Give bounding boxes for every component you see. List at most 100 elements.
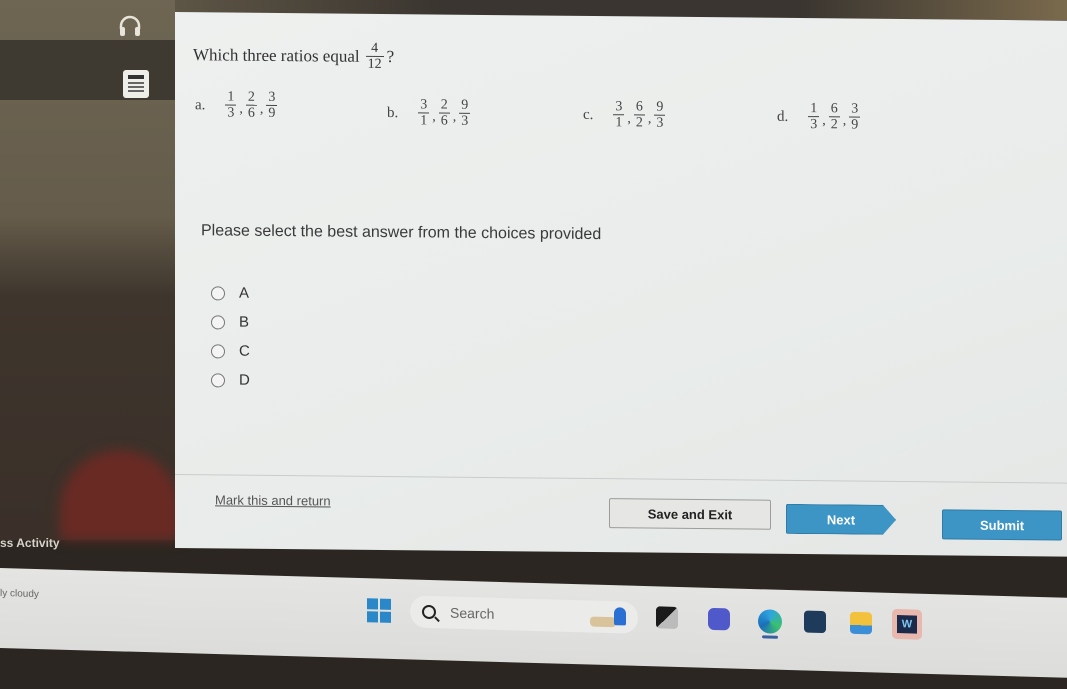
radio-button[interactable] bbox=[211, 314, 225, 329]
numerator: 9 bbox=[461, 97, 469, 113]
question-mark: ? bbox=[386, 47, 395, 67]
highlight-bell bbox=[614, 607, 626, 626]
teams-icon[interactable] bbox=[708, 607, 730, 631]
option-d[interactable]: D bbox=[211, 365, 250, 394]
choice-d: d. 13 , 62 , 39 bbox=[777, 101, 862, 133]
choice-fraction: 13 bbox=[808, 101, 820, 133]
instruction-text: Please select the best answer from the c… bbox=[201, 222, 602, 244]
numerator: 6 bbox=[830, 101, 838, 117]
numerator: 3 bbox=[851, 101, 859, 117]
option-label: A bbox=[239, 284, 250, 302]
separator: , bbox=[647, 111, 652, 127]
fraction-denominator: 12 bbox=[365, 55, 384, 73]
option-label: D bbox=[239, 371, 250, 389]
taskbar-search[interactable]: Search bbox=[410, 595, 638, 634]
choice-letter: c. bbox=[583, 106, 594, 123]
choice-letter: b. bbox=[387, 104, 399, 121]
numerator: 9 bbox=[656, 99, 664, 115]
option-c[interactable]: C bbox=[211, 336, 250, 365]
start-tile bbox=[380, 598, 391, 610]
weather-widget[interactable]: ly cloudy bbox=[0, 588, 39, 600]
calculator-icon[interactable] bbox=[123, 70, 149, 98]
taskbar: ly cloudy Search W bbox=[0, 568, 1067, 678]
search-highlight-icon bbox=[590, 604, 630, 629]
headphones-icon[interactable] bbox=[118, 14, 142, 38]
start-tile bbox=[367, 598, 378, 610]
separator: , bbox=[842, 113, 847, 129]
denominator: 2 bbox=[633, 114, 645, 131]
footer-divider bbox=[175, 474, 1067, 484]
calculator-keys bbox=[128, 82, 144, 92]
denominator: 1 bbox=[418, 112, 430, 129]
numerator: 6 bbox=[635, 99, 643, 115]
choice-c: c. 31 , 62 , 93 bbox=[583, 99, 667, 131]
search-icon bbox=[422, 604, 436, 620]
file-explorer-icon[interactable] bbox=[850, 611, 872, 635]
choice-letter: a. bbox=[195, 96, 206, 113]
option-label: C bbox=[239, 342, 250, 360]
choice-fraction: 39 bbox=[266, 89, 278, 121]
choice-fraction: 31 bbox=[418, 97, 430, 129]
choice-fraction: 62 bbox=[633, 99, 645, 131]
background-object bbox=[60, 450, 180, 540]
option-a[interactable]: A bbox=[211, 278, 250, 307]
separator: , bbox=[452, 109, 457, 125]
headphones-glyph bbox=[119, 15, 141, 36]
active-app-indicator bbox=[762, 635, 778, 639]
submit-button[interactable]: Submit bbox=[942, 509, 1062, 541]
start-tile bbox=[380, 611, 391, 623]
app-icon[interactable]: W bbox=[892, 608, 922, 640]
numerator: 1 bbox=[227, 89, 235, 105]
choice-letter: d. bbox=[777, 108, 789, 125]
choice-fraction: 26 bbox=[438, 97, 450, 129]
question-panel: Which three ratios equal 4 12 ? a. 13 , … bbox=[175, 12, 1067, 557]
denominator: 3 bbox=[225, 104, 237, 121]
choice-fraction: 26 bbox=[245, 89, 257, 121]
answer-options: A B C D bbox=[211, 278, 250, 394]
separator: , bbox=[432, 109, 436, 125]
denominator: 6 bbox=[438, 112, 450, 129]
denominator: 3 bbox=[654, 114, 666, 131]
start-icon[interactable] bbox=[367, 598, 391, 623]
save-and-exit-button[interactable]: Save and Exit bbox=[609, 498, 771, 530]
numerator: 3 bbox=[420, 97, 428, 113]
activity-label: ss Activity bbox=[0, 536, 60, 550]
numerator: 2 bbox=[247, 89, 255, 105]
denominator: 9 bbox=[849, 116, 861, 133]
choice-fraction: 13 bbox=[225, 89, 237, 121]
numerator: 2 bbox=[440, 97, 448, 113]
mark-and-return-link[interactable]: Mark this and return bbox=[215, 492, 331, 508]
choice-fraction: 39 bbox=[849, 101, 861, 133]
choice-fraction: 31 bbox=[613, 99, 625, 131]
choice-fraction: 62 bbox=[828, 101, 840, 133]
denominator: 3 bbox=[808, 116, 820, 133]
denominator: 3 bbox=[459, 112, 471, 129]
separator: , bbox=[627, 111, 631, 127]
radio-button[interactable] bbox=[211, 343, 225, 358]
question-prompt: Which three ratios equal bbox=[193, 45, 360, 66]
task-view-icon[interactable] bbox=[656, 606, 678, 629]
separator: , bbox=[259, 101, 264, 117]
radio-button[interactable] bbox=[211, 372, 225, 387]
option-label: B bbox=[239, 313, 250, 331]
fraction-numerator: 4 bbox=[371, 40, 379, 56]
numerator: 1 bbox=[810, 101, 818, 117]
answer-choices: a. 13 , 26 , 39 b. 31 , 26 , 93 c. 31 , … bbox=[175, 90, 1067, 149]
store-icon[interactable] bbox=[804, 610, 826, 634]
question-text: Which three ratios equal 4 12 ? bbox=[193, 40, 395, 73]
calculator-screen bbox=[128, 75, 144, 79]
radio-button[interactable] bbox=[211, 285, 225, 300]
highlight-pad bbox=[590, 616, 616, 628]
numerator: 3 bbox=[615, 99, 623, 115]
separator: , bbox=[239, 101, 243, 117]
choice-b: b. 31 , 26 , 93 bbox=[387, 97, 472, 129]
next-button[interactable]: Next bbox=[786, 504, 896, 535]
denominator: 2 bbox=[828, 116, 840, 133]
search-placeholder: Search bbox=[450, 604, 495, 622]
denominator: 1 bbox=[613, 114, 625, 131]
edge-icon[interactable] bbox=[758, 609, 782, 634]
option-b[interactable]: B bbox=[211, 307, 250, 336]
denominator: 9 bbox=[266, 104, 278, 121]
numerator: 3 bbox=[268, 89, 276, 105]
choice-a: a. 13 , 26 , 39 bbox=[195, 90, 279, 121]
